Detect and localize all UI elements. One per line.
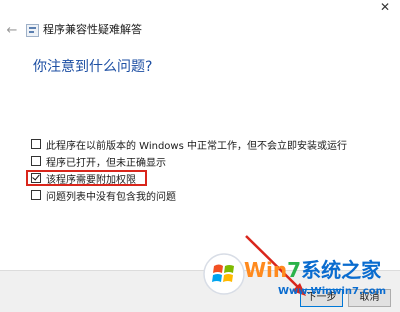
watermark-brand: Win7系统之家 xyxy=(244,258,381,282)
watermark-url: Www.Winwin7.com xyxy=(278,286,387,297)
watermark-brand-prefix: Win xyxy=(244,258,288,282)
watermark-brand-suffix: 系统之家 xyxy=(301,258,382,282)
windows-logo-icon xyxy=(203,253,245,295)
watermark: Win7系统之家 Www.Winwin7.com xyxy=(202,252,400,308)
watermark-brand-number: 7 xyxy=(287,258,302,282)
